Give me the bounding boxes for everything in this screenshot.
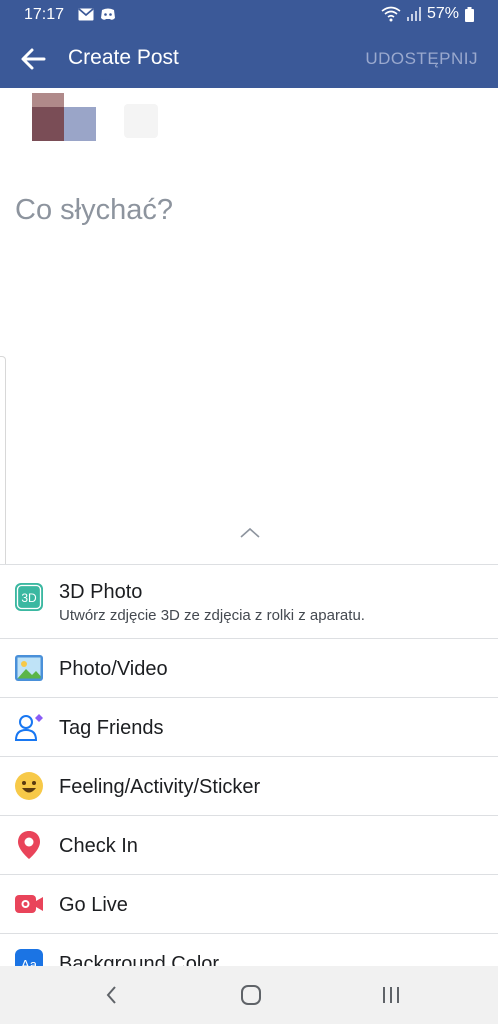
signal-icon	[406, 7, 421, 21]
gmail-icon	[78, 8, 94, 21]
tag-friends-icon	[14, 714, 43, 741]
location-pin-icon	[18, 831, 40, 859]
status-bar: 17:17 57%	[0, 0, 498, 30]
menu-item-3d-photo[interactable]: 3D 3D Photo Utwórz zdjęcie 3D ze zdjęcia…	[0, 564, 498, 638]
discord-icon	[101, 8, 115, 20]
system-nav-bar	[0, 966, 498, 1024]
home-nav-icon[interactable]	[239, 984, 263, 1006]
battery-percent: 57%	[426, 5, 459, 22]
smiley-icon	[15, 772, 43, 800]
avatar	[32, 93, 96, 141]
post-input[interactable]: Co słychać?	[15, 194, 173, 227]
header-edge	[0, 74, 498, 87]
menu-item-go-live[interactable]: Go Live	[0, 874, 498, 933]
composer-options-list: 3D 3D Photo Utwórz zdjęcie 3D ze zdjęcia…	[0, 564, 498, 992]
photo-icon	[15, 655, 43, 681]
drawer-handle[interactable]	[0, 356, 6, 580]
menu-item-label: Go Live	[59, 894, 128, 916]
status-time: 17:17	[24, 6, 65, 23]
menu-item-photo-video[interactable]: Photo/Video	[0, 638, 498, 697]
menu-item-label: Photo/Video	[59, 658, 168, 680]
menu-item-label: Check In	[59, 835, 138, 857]
3d-photo-icon: 3D	[15, 583, 43, 611]
menu-item-label: Tag Friends	[59, 717, 164, 739]
svg-text:3D: 3D	[21, 591, 37, 605]
menu-item-label: Feeling/Activity/Sticker	[59, 776, 261, 798]
share-button[interactable]: UDOSTĘPNIJ	[365, 49, 478, 69]
menu-item-feeling-activity[interactable]: Feeling/Activity/Sticker	[0, 756, 498, 815]
live-camera-icon	[15, 895, 43, 913]
recents-nav-icon[interactable]	[379, 984, 403, 1006]
back-nav-icon[interactable]	[100, 984, 124, 1006]
page-title: Create Post	[68, 46, 179, 69]
menu-item-label: 3D Photo	[59, 581, 143, 603]
battery-icon	[465, 6, 474, 22]
user-name-redacted	[124, 104, 158, 138]
menu-item-tag-friends[interactable]: Tag Friends	[0, 697, 498, 756]
wifi-icon	[381, 6, 401, 22]
chevron-up-icon[interactable]	[238, 524, 262, 540]
arrow-left-icon[interactable]	[20, 46, 46, 72]
menu-item-sublabel: Utwórz zdjęcie 3D ze zdjęcia z rolki z a…	[59, 607, 365, 624]
menu-item-check-in[interactable]: Check In	[0, 815, 498, 874]
